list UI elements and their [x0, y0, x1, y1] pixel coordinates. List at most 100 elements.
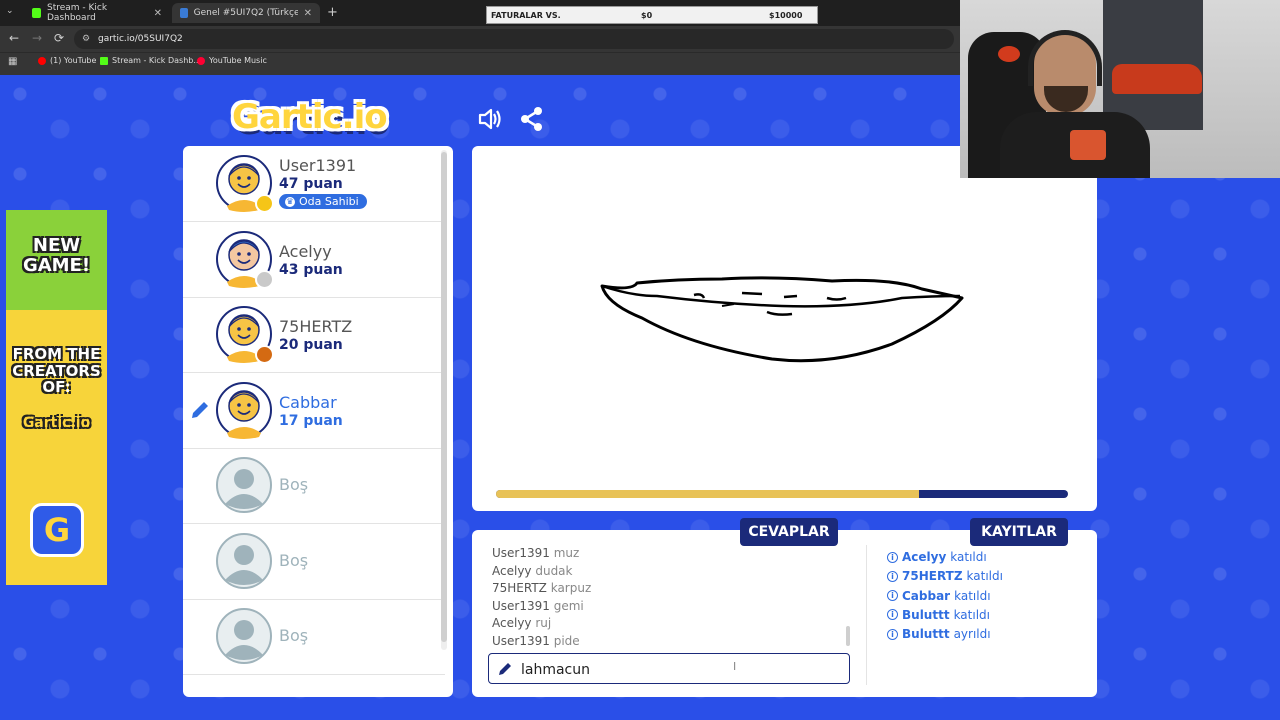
answer-line: Acelyy ruj — [492, 616, 551, 630]
player-points: 17 puan — [279, 412, 343, 429]
new-tab-button[interactable]: + — [327, 5, 338, 20]
answer-word: dudak — [535, 563, 573, 578]
empty-slot-avatar — [215, 456, 273, 514]
info-icon: i — [887, 551, 898, 563]
site-info-icon[interactable]: ⚙ — [82, 34, 90, 44]
log-user: Acelyy — [902, 550, 947, 564]
url-text: gartic.io/05SUI7Q2 — [98, 34, 183, 44]
answer-word: gemi — [553, 598, 584, 613]
empty-slot-avatar — [215, 532, 273, 590]
round-timer-bar — [496, 490, 1068, 498]
forward-icon[interactable]: → — [32, 31, 42, 45]
empty-user-icon — [216, 457, 272, 513]
text-cursor-icon: I — [733, 660, 737, 673]
empty-user-icon — [216, 608, 272, 664]
pencil-icon — [499, 663, 511, 675]
player-row[interactable]: Cabbar 17 puan — [183, 373, 445, 449]
share-icon[interactable] — [518, 105, 546, 133]
player-row[interactable]: Boş — [183, 599, 445, 675]
player-avatar — [215, 381, 273, 439]
url-input[interactable]: ⚙ gartic.io/05SUI7Q2 — [74, 29, 954, 49]
bookmark-kick[interactable]: Stream - Kick Dashb... — [100, 56, 201, 65]
player-row[interactable]: Boş — [183, 524, 445, 600]
reload-icon[interactable]: ⟳ — [54, 31, 64, 45]
answer-input[interactable] — [519, 659, 843, 681]
player-status-dot — [255, 269, 274, 289]
info-icon: i — [887, 628, 898, 640]
poster-car — [1112, 64, 1202, 94]
bookmark-youtube[interactable]: (1) YouTube — [38, 56, 96, 65]
advertisement-banner[interactable]: NEW GAME! FROM THE CREATORS OF: Gartic.i… — [6, 210, 107, 585]
gartic-favicon-icon — [180, 8, 188, 18]
players-scrollbar-thumb[interactable] — [441, 152, 447, 642]
player-name: Boş — [279, 475, 309, 494]
player-row[interactable]: 75HERTZ 20 puan — [183, 297, 445, 373]
browser-tab-gartic[interactable]: Genel #5UI7Q2 (Türkçe) - Gartic ✕ — [172, 3, 320, 23]
drawing-strokes — [600, 276, 964, 363]
answer-line: Acelyy dudak — [492, 564, 573, 578]
shirt-print — [1070, 130, 1106, 160]
drawing-canvas[interactable] — [472, 146, 1097, 511]
answer-user: User1391 — [492, 546, 550, 560]
info-icon: i — [887, 609, 898, 621]
players-panel: User1391 47 puan ♛ Oda Sahibi Acelyy 43 puan 7… — [183, 146, 453, 697]
answer-line: User1391 pide — [492, 634, 580, 648]
tab-title: Genel #5UI7Q2 (Türkçe) - Gartic — [193, 8, 298, 18]
answer-line: User1391 gemi — [492, 599, 584, 613]
donation-goal-overlay: FATURALAR VS. $0 $10000 — [486, 6, 818, 24]
youtube-icon — [38, 56, 46, 65]
tab-list-icon[interactable]: ⌄ — [6, 6, 14, 16]
tab-answers[interactable]: CEVAPLAR — [740, 518, 838, 546]
close-tab-icon[interactable]: ✕ — [154, 8, 162, 19]
player-name: Acelyy — [279, 241, 332, 261]
log-line: i 75HERTZ katıldı — [887, 569, 1003, 583]
apps-grid-icon[interactable]: ▦ — [8, 56, 17, 67]
tab-logs[interactable]: KAYITLAR — [970, 518, 1068, 546]
goal-label: FATURALAR VS. — [491, 10, 561, 20]
player-name: Boş — [279, 626, 309, 645]
player-points: 43 puan — [279, 261, 343, 278]
player-points: 20 puan — [279, 337, 343, 353]
empty-slot-avatar — [215, 607, 273, 665]
player-row[interactable]: User1391 47 puan ♛ Oda Sahibi — [183, 146, 445, 222]
badge-label: Oda Sahibi — [299, 195, 359, 208]
gartic-app-icon: G — [30, 503, 84, 557]
info-icon: i — [887, 590, 898, 602]
answer-word: karpuz — [550, 581, 592, 595]
log-action: katıldı — [966, 569, 1003, 584]
player-name: Cabbar — [279, 392, 337, 412]
ad-subline: FROM THE CREATORS OF: — [12, 345, 101, 396]
log-user: Buluttt — [902, 627, 950, 642]
round-timer-fill — [496, 490, 920, 498]
answer-input-box[interactable]: I — [488, 653, 850, 684]
back-icon[interactable]: ← — [9, 31, 19, 45]
log-line: i Acelyy katıldı — [887, 550, 987, 564]
log-action: katıldı — [954, 588, 991, 603]
player-status-dot — [255, 345, 274, 364]
drawing-pencil-icon — [189, 399, 211, 425]
answers-scrollbar-thumb[interactable] — [846, 626, 850, 646]
close-tab-icon[interactable]: ✕ — [304, 8, 312, 19]
answer-user: 75HERTZ — [492, 581, 547, 595]
player-name: User1391 — [279, 156, 357, 175]
bookmark-youtube-music[interactable]: YouTube Music — [197, 56, 267, 65]
log-line: i Buluttt ayrıldı — [887, 627, 991, 641]
player-row[interactable]: Acelyy 43 puan — [183, 222, 445, 298]
panel-divider — [866, 545, 867, 685]
player-points: 47 puan — [279, 176, 343, 192]
answer-user: User1391 — [492, 633, 550, 648]
room-owner-badge: ♛ Oda Sahibi — [279, 194, 367, 209]
browser-tab-kick[interactable]: Stream - Kick Dashboard ✕ — [24, 3, 170, 23]
tab-title: Stream - Kick Dashboard — [47, 3, 108, 23]
answer-user: Acelyy — [492, 616, 532, 630]
log-user: 75HERTZ — [902, 569, 963, 584]
player-name: 75HERTZ — [279, 317, 353, 336]
player-row[interactable]: Boş — [183, 448, 445, 524]
youtube-music-icon — [197, 56, 205, 65]
answer-word: pide — [553, 633, 580, 648]
sound-icon[interactable] — [476, 105, 504, 133]
ad-headline: NEW GAME! — [22, 235, 91, 276]
goal-target: $10000 — [769, 10, 803, 20]
gartic-logo: Gartic.io — [232, 97, 388, 137]
chair-logo — [998, 46, 1020, 62]
